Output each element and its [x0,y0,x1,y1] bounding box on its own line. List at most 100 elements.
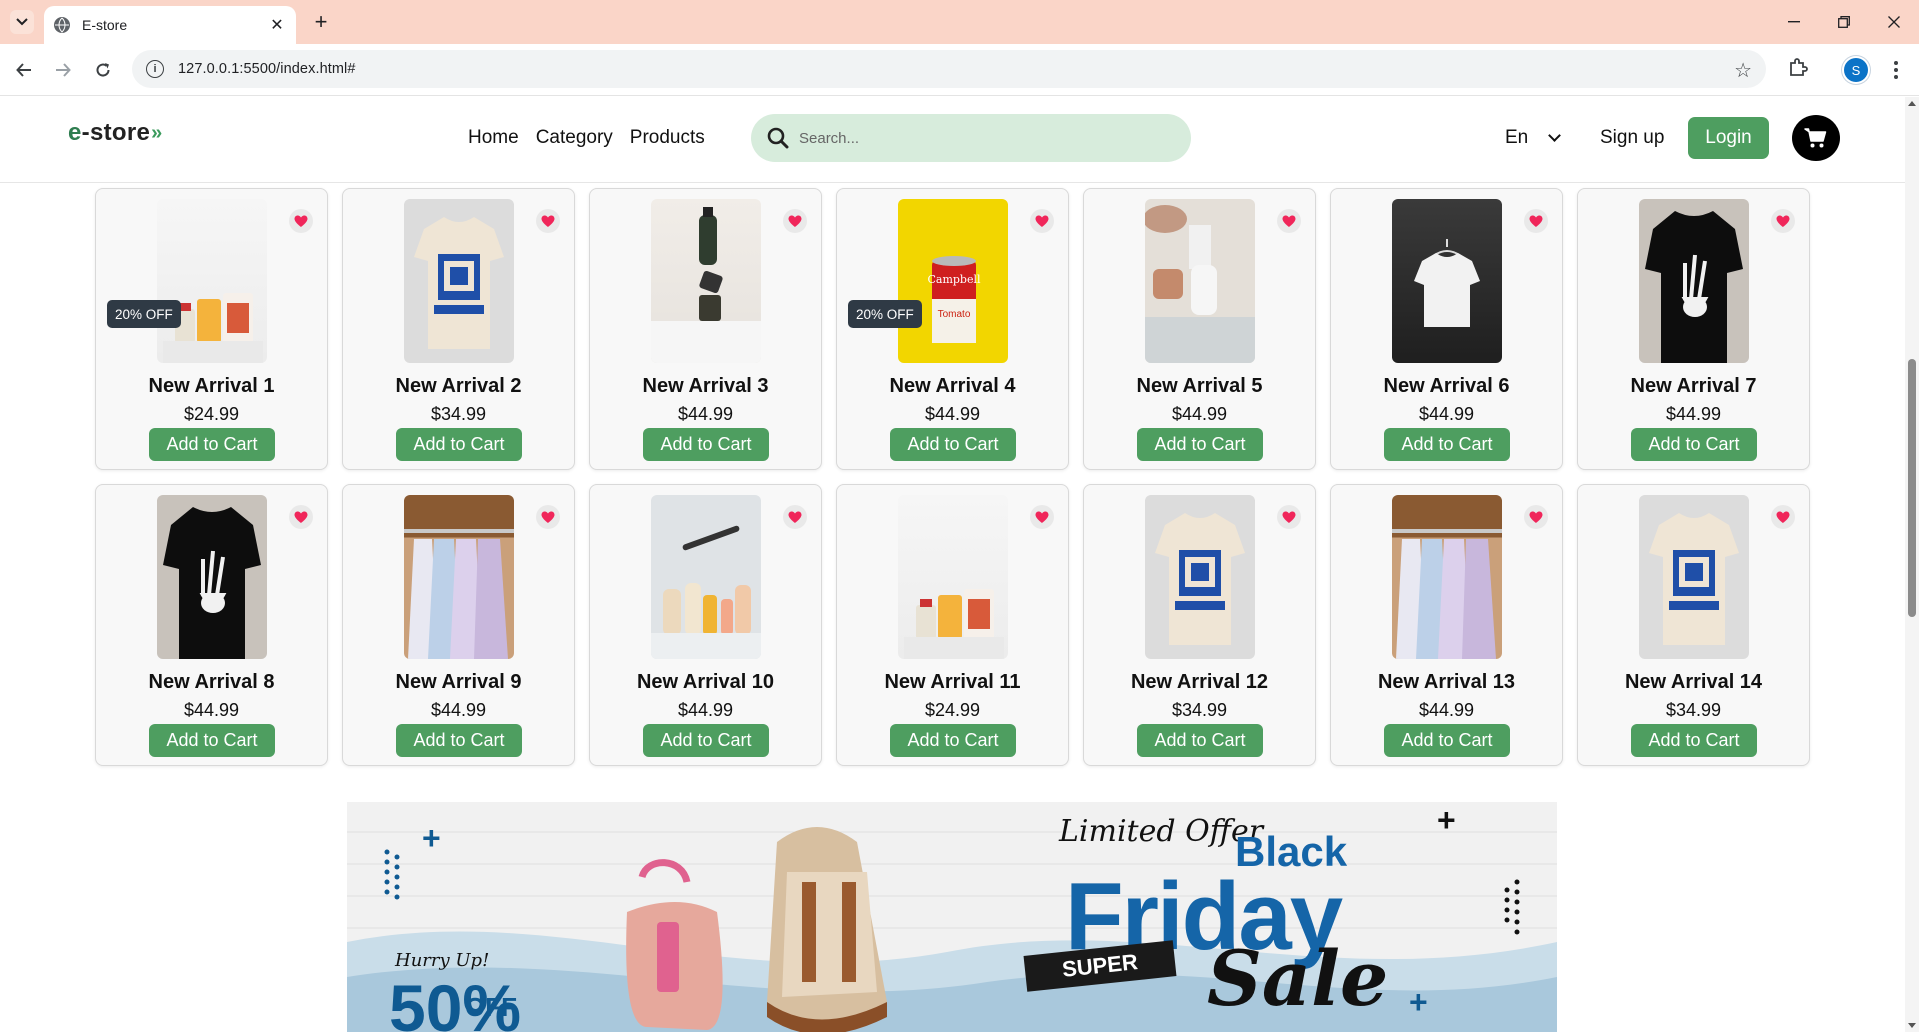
shopping-cart-icon [1804,128,1827,148]
chevron-down-icon [1548,129,1562,142]
product-card[interactable]: 20% OFF New Arrival 1 $24.99 Add to Cart [95,188,328,470]
product-card[interactable]: New Arrival 13 $44.99 Add to Cart [1330,484,1563,766]
product-card[interactable]: New Arrival 5 $44.99 Add to Cart [1083,188,1316,470]
heart-icon[interactable] [289,505,313,529]
scroll-up-icon[interactable] [1908,101,1916,106]
search-input[interactable] [799,129,1159,147]
add-to-cart-button[interactable]: Add to Cart [1384,724,1510,757]
hanging-shirts-icon[interactable] [1392,495,1502,659]
nav-home[interactable]: Home [468,127,519,149]
restore-button[interactable] [1824,8,1864,36]
heart-icon[interactable] [1771,209,1795,233]
skeleton-hand-tshirt-icon[interactable] [157,495,267,659]
nav-category[interactable]: Category [536,127,613,149]
original-tshirt-icon[interactable] [404,199,514,363]
product-price: $24.99 [924,700,981,720]
add-to-cart-button[interactable]: Add to Cart [890,428,1016,461]
add-to-cart-button[interactable]: Add to Cart [890,724,1016,757]
heart-icon[interactable] [1524,209,1548,233]
reload-button[interactable] [89,56,117,84]
cart-button[interactable] [1792,115,1840,161]
product-card[interactable]: New Arrival 2 $34.99 Add to Cart [342,188,575,470]
add-to-cart-button[interactable]: Add to Cart [149,724,275,757]
back-button[interactable] [10,56,38,84]
black-friday-banner[interactable]: Limited Offer Black Friday SUPER Sale Hu… [347,802,1557,1032]
profile-avatar[interactable]: S [1844,58,1868,82]
browser-menu-icon[interactable] [1886,58,1906,82]
soup-can-icon[interactable]: Campbell Tomato [898,199,1008,363]
heart-icon[interactable] [783,209,807,233]
add-to-cart-button[interactable]: Add to Cart [396,724,522,757]
original-tshirt-icon[interactable] [1145,495,1255,659]
arrow-left-icon [16,63,31,77]
product-card[interactable]: New Arrival 10 $44.99 Add to Cart [589,484,822,766]
close-tab-icon[interactable]: ✕ [268,15,286,35]
heart-icon[interactable] [1030,209,1054,233]
heart-icon[interactable] [1277,209,1301,233]
add-to-cart-button[interactable]: Add to Cart [1631,724,1757,757]
product-card[interactable]: Campbell Tomato 20% OFF New Arrival 4 $44.99… [836,188,1069,470]
product-card[interactable]: New Arrival 7 $44.99 Add to Cart [1577,188,1810,470]
login-button[interactable]: Login [1688,117,1769,159]
logo-text: -store [81,119,151,146]
signup-link[interactable]: Sign up [1600,127,1664,149]
extensions-icon[interactable] [1786,56,1814,84]
plus-decoration-icon: + [1437,802,1456,838]
search-icon [767,127,789,149]
skeleton-hand-tshirt-icon[interactable] [1639,199,1749,363]
address-bar[interactable]: i 127.0.0.1:5500/index.html# ☆ [132,50,1766,88]
white-tshirt-hanger-icon[interactable] [1392,199,1502,363]
discount-badge: 20% OFF [848,300,922,328]
url-text: 127.0.0.1:5500/index.html# [178,61,356,77]
product-card[interactable]: New Arrival 8 $44.99 Add to Cart [95,484,328,766]
logo-chevrons: » [151,121,162,144]
add-to-cart-button[interactable]: Add to Cart [1137,724,1263,757]
heart-icon[interactable] [536,505,560,529]
heart-icon[interactable] [289,209,313,233]
product-card[interactable]: New Arrival 12 $34.99 Add to Cart [1083,484,1316,766]
product-card[interactable]: New Arrival 3 $44.99 Add to Cart [589,188,822,470]
heart-icon[interactable] [1524,505,1548,529]
product-card[interactable]: New Arrival 9 $44.99 Add to Cart [342,484,575,766]
add-to-cart-button[interactable]: Add to Cart [643,724,769,757]
scroll-down-icon[interactable] [1908,1023,1916,1028]
cosmetics-set-icon[interactable] [651,495,761,659]
snacks-jars-icon[interactable] [898,495,1008,659]
heart-icon[interactable] [1277,505,1301,529]
product-card[interactable]: New Arrival 6 $44.99 Add to Cart [1330,188,1563,470]
heart-icon[interactable] [1030,505,1054,529]
bookmark-star-icon[interactable]: ☆ [1734,58,1752,83]
tab-search-button[interactable] [10,10,34,34]
site-logo[interactable]: e -store » [68,119,162,147]
new-tab-button[interactable]: + [308,10,334,36]
stacked-bottles-icon[interactable] [651,199,761,363]
add-to-cart-button[interactable]: Add to Cart [643,428,769,461]
product-card[interactable]: New Arrival 11 $24.99 Add to Cart [836,484,1069,766]
snacks-jars-icon[interactable] [157,199,267,363]
close-window-button[interactable] [1874,8,1914,36]
minimize-button[interactable] [1774,8,1814,36]
scrollbar-thumb[interactable] [1908,359,1916,617]
heart-icon[interactable] [783,505,807,529]
add-to-cart-button[interactable]: Add to Cart [396,428,522,461]
add-to-cart-button[interactable]: Add to Cart [1384,428,1510,461]
add-to-cart-button[interactable]: Add to Cart [1631,428,1757,461]
heart-icon[interactable] [536,209,560,233]
heart-icon[interactable] [1771,505,1795,529]
product-name: New Arrival 3 [642,375,769,397]
nav-products[interactable]: Products [630,127,705,149]
forward-button[interactable] [49,56,77,84]
product-price: $44.99 [183,700,240,720]
page-scrollbar[interactable] [1905,97,1919,1032]
add-to-cart-button[interactable]: Add to Cart [1137,428,1263,461]
arrow-right-icon [56,63,71,77]
product-price: $44.99 [430,700,487,720]
browser-tab[interactable]: E-store ✕ [44,6,296,44]
product-card[interactable]: New Arrival 14 $34.99 Add to Cart [1577,484,1810,766]
add-to-cart-button[interactable]: Add to Cart [149,428,275,461]
original-tshirt-icon[interactable] [1639,495,1749,659]
skincare-products-icon[interactable] [1145,199,1255,363]
site-info-icon[interactable]: i [146,60,164,78]
hanging-shirts-icon[interactable] [404,495,514,659]
language-select[interactable]: En [1505,127,1562,149]
